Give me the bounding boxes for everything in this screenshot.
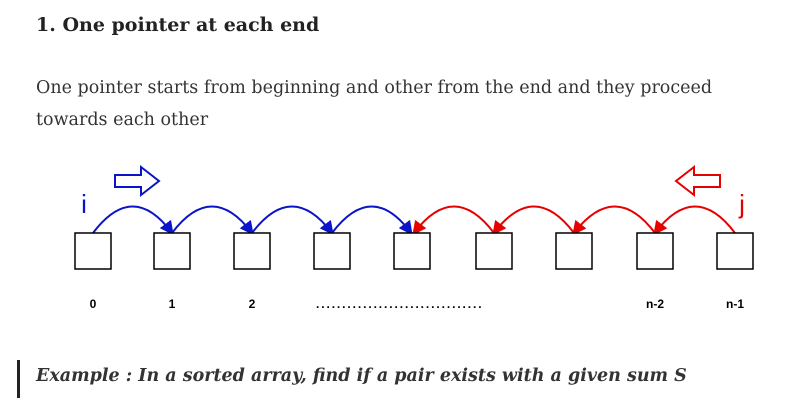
array-box-5 [475,232,513,270]
array-box-4 [393,232,431,270]
right-arc-3 [492,205,575,236]
array-box-2 [233,232,271,270]
array-box-7 [636,232,674,270]
left-arc-1 [92,205,174,236]
description-paragraph: One pointer starts from beginning and ot… [36,78,713,130]
array-box-0 [74,232,112,270]
right-pointer-label: j [738,189,745,219]
page: 1. One pointer at each end One pointer s… [0,0,811,405]
index-label-n-2: n-2 [646,297,664,311]
ellipsis-label: ................................ [316,297,484,311]
left-arc-2 [171,205,254,236]
right-arc-2 [572,205,656,236]
array-box-1 [153,232,191,270]
two-pointer-diagram: i j 0 1 2 ..............................… [74,164,754,311]
right-arc-4 [412,205,495,236]
right-arc-1 [653,205,736,236]
right-direction-arrow-icon [114,164,161,198]
blockquote-bar [17,360,20,398]
index-label-0: 0 [90,297,97,311]
index-label-2: 2 [249,297,256,311]
array-box-3 [313,232,351,270]
left-arc-4 [331,205,413,236]
example-text: Example : In a sorted array, find if a p… [36,366,687,386]
array-box-6 [555,232,593,270]
array-box-8 [716,232,754,270]
left-arc-3 [251,205,334,236]
index-label-1: 1 [169,297,176,311]
left-direction-arrow-icon [674,164,721,198]
index-label-n-1: n-1 [726,297,744,311]
left-pointer-label: i [81,189,87,219]
section-heading: 1. One pointer at each end [36,14,320,36]
